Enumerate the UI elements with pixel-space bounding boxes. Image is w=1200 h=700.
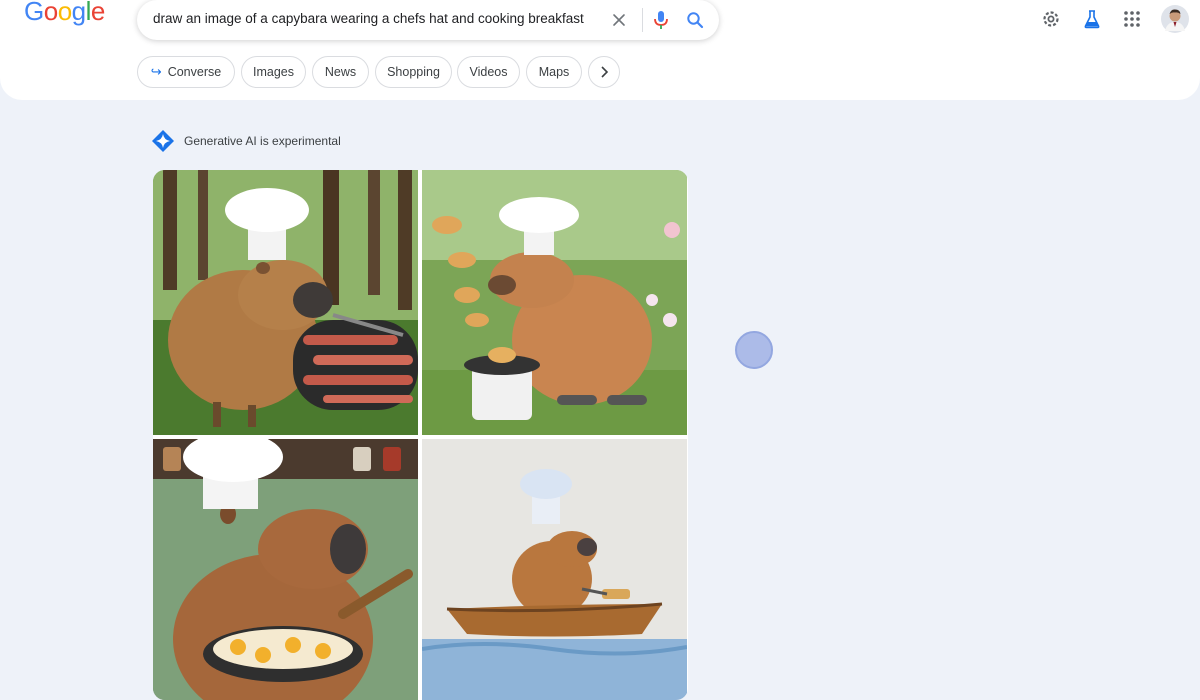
flask-icon[interactable] — [1081, 8, 1103, 30]
search-icon[interactable] — [683, 8, 707, 32]
chip-shopping[interactable]: Shopping — [375, 56, 452, 88]
chip-converse[interactable]: ↪ Converse — [137, 56, 235, 88]
generated-image-1[interactable] — [153, 170, 418, 435]
google-logo[interactable]: Google — [24, 0, 105, 28]
divider — [642, 8, 643, 32]
chip-news[interactable]: News — [312, 56, 369, 88]
pointer-cursor — [735, 331, 773, 369]
chips-next-button[interactable] — [588, 56, 620, 88]
chip-label: Converse — [167, 65, 222, 79]
generated-image-2[interactable] — [422, 170, 687, 435]
logo-letter: G — [24, 0, 44, 26]
chip-label: Videos — [469, 65, 508, 79]
chip-label: Shopping — [387, 65, 440, 79]
chevron-right-icon — [601, 66, 609, 78]
chip-label: Images — [253, 65, 294, 79]
mic-icon[interactable] — [649, 8, 673, 32]
logo-letter: e — [90, 0, 105, 26]
logo-letter: g — [71, 0, 86, 26]
generated-image-grid — [153, 170, 688, 700]
close-icon[interactable] — [607, 8, 631, 32]
sparkle-diamond-icon — [152, 130, 174, 152]
converse-arrow-icon: ↪ — [150, 64, 162, 79]
chip-images[interactable]: Images — [241, 56, 306, 88]
logo-letter: o — [57, 0, 72, 26]
generative-ai-label: Generative AI is experimental — [184, 134, 341, 148]
apps-grid-icon[interactable] — [1121, 8, 1143, 30]
gear-icon[interactable] — [1040, 8, 1062, 30]
chip-label: News — [324, 65, 357, 79]
avatar[interactable] — [1161, 5, 1189, 33]
chip-label: Maps — [538, 65, 570, 79]
search-input[interactable]: draw an image of a capybara wearing a ch… — [153, 11, 584, 26]
chip-videos[interactable]: Videos — [457, 56, 520, 88]
search-box[interactable]: draw an image of a capybara wearing a ch… — [137, 0, 719, 40]
generated-image-3[interactable] — [153, 439, 418, 700]
generated-image-4[interactable] — [422, 439, 687, 700]
generative-ai-notice: Generative AI is experimental — [152, 130, 341, 152]
logo-letter: o — [43, 0, 58, 26]
chip-maps[interactable]: Maps — [526, 56, 582, 88]
